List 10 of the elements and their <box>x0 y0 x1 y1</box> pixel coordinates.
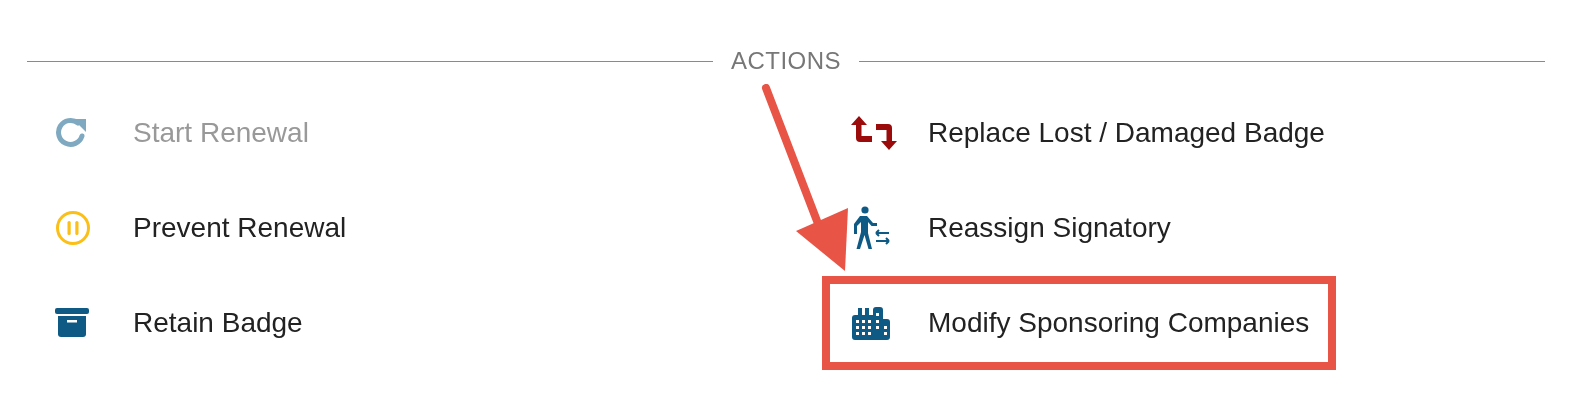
action-link[interactable]: Modify Sponsoring Companies <box>822 275 1337 370</box>
buildings-icon <box>850 305 892 340</box>
archive-box-icon <box>55 307 89 338</box>
action-link[interactable]: Replace Lost / Damaged Badge <box>822 85 1352 180</box>
action-link[interactable]: Retain Badge <box>27 275 330 370</box>
pause-circle-icon <box>55 209 91 246</box>
section-heading: ACTIONS <box>730 47 842 75</box>
action-link[interactable]: Reassign Signatory <box>822 180 1198 275</box>
swap-arrows-icon <box>850 115 898 150</box>
action-link[interactable]: Prevent Renewal <box>27 180 374 275</box>
